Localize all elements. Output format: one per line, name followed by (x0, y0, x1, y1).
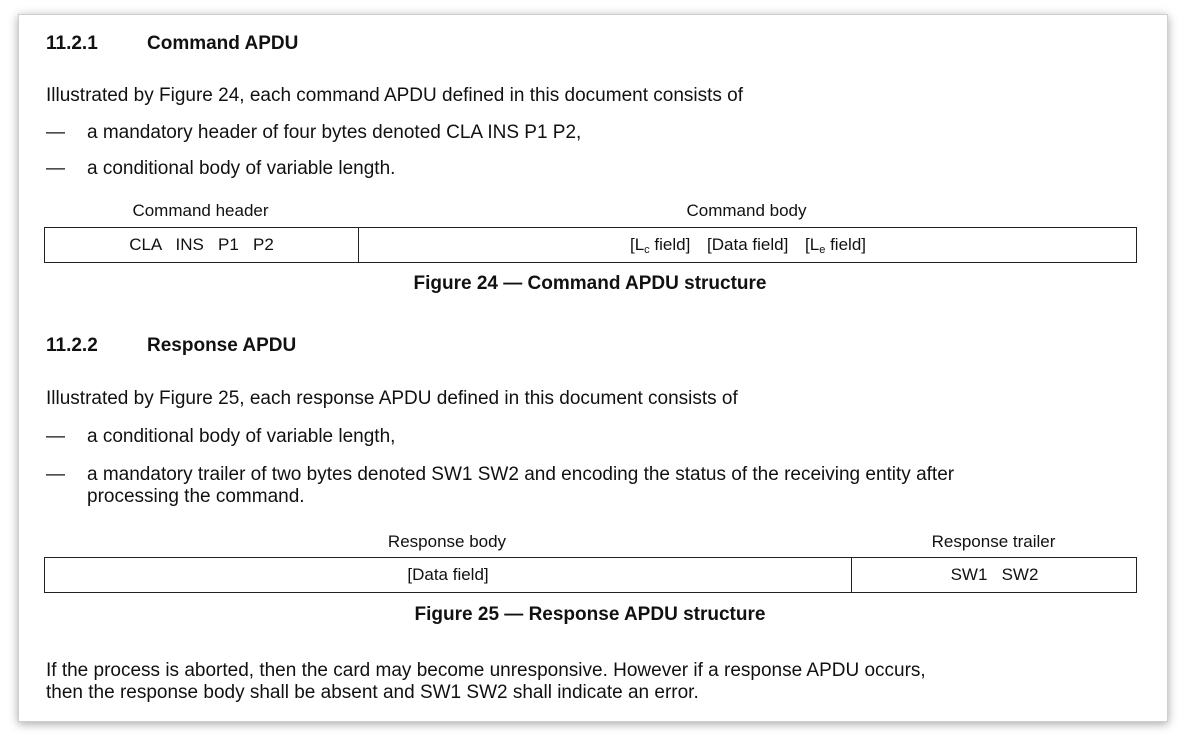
command-body-label: Command body (686, 201, 807, 220)
intro-paragraph: Illustrated by Figure 25, each response … (46, 388, 738, 409)
list-item-text: a mandatory header of four bytes denoted… (87, 122, 582, 143)
document-page: 11.2.1 Command APDU Illustrated by Figur… (18, 14, 1168, 722)
list-item-text: a conditional body of variable length, (87, 426, 396, 447)
list-item-text: a mandatory trailer of two bytes denoted… (87, 464, 955, 485)
section-title: Command APDU (147, 33, 299, 54)
lc-field: [Lc field] (629, 235, 691, 256)
response-trailer-label: Response trailer (931, 532, 1056, 551)
em-dash: — (46, 464, 65, 485)
closing-paragraph-line-1: If the process is aborted, then the card… (46, 660, 926, 681)
list-item: — a mandatory header of four bytes denot… (46, 122, 946, 146)
command-header-label: Command header (132, 201, 269, 220)
command-header-cell: CLA INS P1 P2 (129, 235, 274, 254)
em-dash: — (46, 122, 65, 143)
figure-25-caption: Figure 25 — Response APDU structure (414, 604, 766, 625)
response-body-label: Response body (387, 532, 507, 551)
response-apdu-table: [Data field] SW1 SW2 (44, 557, 1137, 593)
section-heading-response-apdu: 11.2.2 Response APDU (46, 335, 446, 359)
le-field: [Le field] (805, 235, 866, 256)
closing-paragraph-line-2: then the response body shall be absent a… (46, 682, 699, 703)
section-heading-command-apdu: 11.2.1 Command APDU (46, 33, 446, 57)
list-item-text: a conditional body of variable length. (87, 158, 396, 179)
list-item: — a conditional body of variable length, (46, 426, 946, 450)
section-title: Response APDU (147, 335, 297, 356)
section-number: 11.2.1 (46, 33, 98, 54)
data-field: [Data field] (707, 235, 789, 254)
figure-24-caption: Figure 24 — Command APDU structure (413, 273, 767, 294)
section-number: 11.2.2 (46, 335, 98, 356)
command-apdu-table: CLA INS P1 P2 [Lc field] [Data field] [L… (44, 227, 1137, 263)
list-item: — a mandatory trailer of two bytes denot… (46, 464, 1146, 510)
response-trailer-cell: SW1 SW2 (851, 558, 1137, 592)
intro-paragraph: Illustrated by Figure 24, each command A… (46, 85, 744, 106)
response-body-cell: [Data field] (407, 565, 489, 584)
em-dash: — (46, 158, 65, 179)
em-dash: — (46, 426, 65, 447)
list-item-text-continued: processing the command. (87, 486, 305, 507)
command-body-cell: [Lc field] [Data field] [Le field] (358, 228, 1137, 262)
list-item: — a conditional body of variable length. (46, 158, 946, 182)
